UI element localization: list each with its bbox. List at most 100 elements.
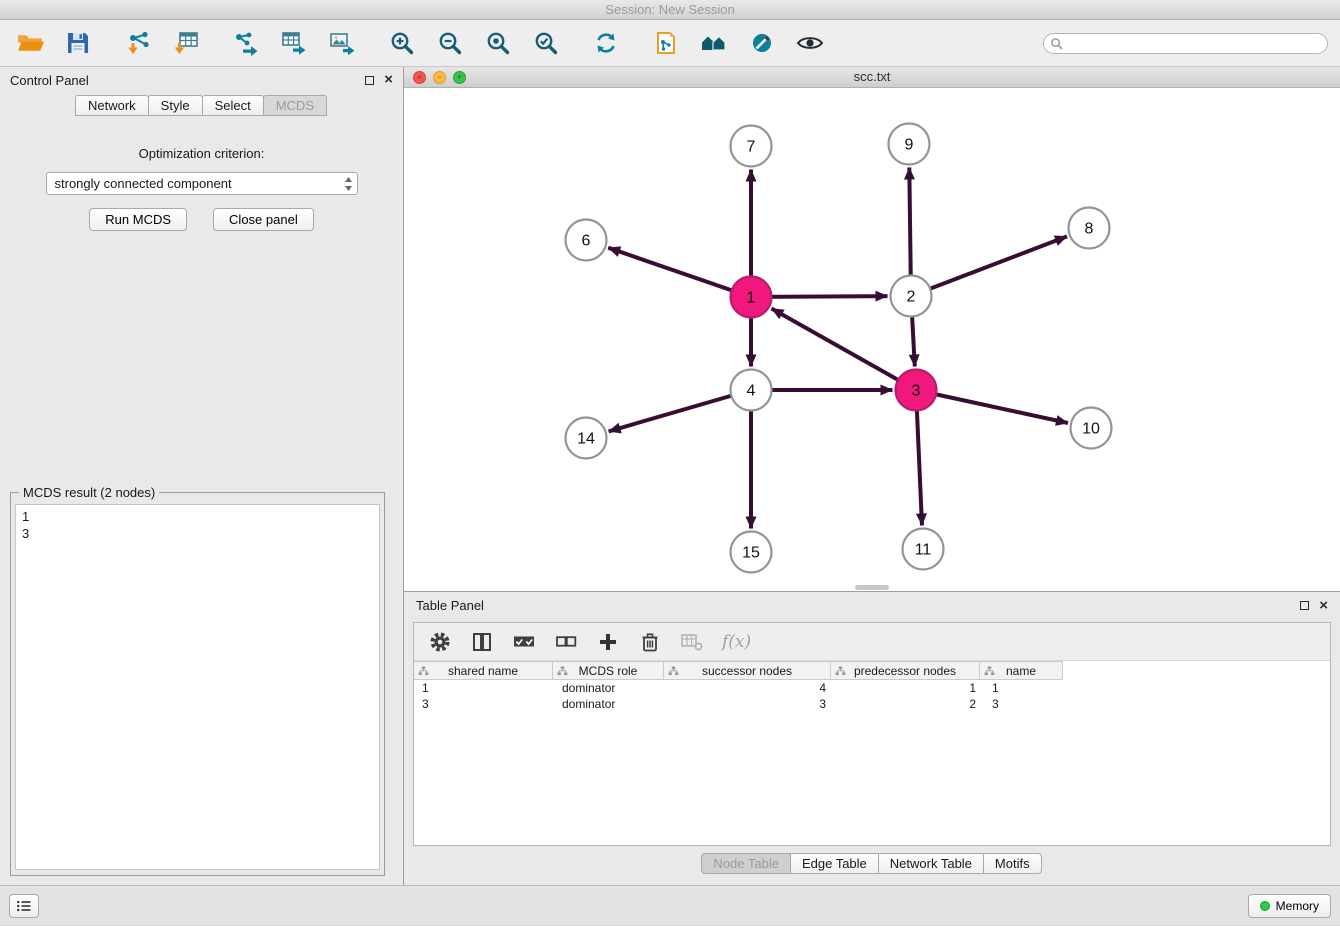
tab-motifs[interactable]: Motifs: [983, 853, 1042, 874]
table-header-row: shared nameMCDS rolesuccessor nodes prede…: [414, 661, 1330, 680]
horizontal-scroll-grip[interactable]: [855, 585, 889, 590]
import-network-button[interactable]: [120, 25, 156, 61]
graph-node-2[interactable]: 2: [891, 276, 932, 317]
tab-edge-table[interactable]: Edge Table: [790, 853, 879, 874]
deselect-all-button[interactable]: [550, 627, 582, 657]
apply-function-button[interactable]: f(x): [718, 627, 755, 657]
svg-text:6: 6: [582, 233, 591, 250]
table-cell: 1: [414, 680, 554, 696]
maximize-window-icon[interactable]: +: [453, 71, 466, 84]
export-image-button[interactable]: [324, 25, 360, 61]
node-table: shared nameMCDS rolesuccessor nodes prede…: [414, 661, 1330, 845]
graph-node-4[interactable]: 4: [731, 370, 772, 411]
close-panel-icon[interactable]: ×: [384, 75, 393, 85]
tab-style[interactable]: Style: [148, 95, 203, 116]
float-panel-icon[interactable]: [365, 76, 374, 85]
add-row-button[interactable]: [592, 627, 624, 657]
graph-node-6[interactable]: 6: [566, 220, 607, 261]
column-label: predecessor nodes: [854, 664, 956, 678]
graph-node-1[interactable]: 1: [731, 277, 772, 318]
graph-node-14[interactable]: 14: [566, 418, 607, 459]
zoom-in-button[interactable]: [384, 25, 420, 61]
tab-select[interactable]: Select: [202, 95, 264, 116]
edge-2-8[interactable]: [911, 236, 1067, 296]
svg-text:4: 4: [747, 383, 756, 400]
svg-text:8: 8: [1085, 221, 1094, 238]
edge-1-6[interactable]: [608, 248, 751, 297]
network-graph[interactable]: 7 9 6 8 1 2 4 3 14 10 15 11: [404, 88, 1340, 592]
annotations-button[interactable]: [744, 25, 780, 61]
memory-button[interactable]: Memory: [1248, 894, 1331, 918]
column-header-mcds-role[interactable]: MCDS role: [552, 661, 664, 680]
select-all-button[interactable]: [508, 627, 540, 657]
clone-network-icon: [653, 30, 679, 56]
svg-text:1: 1: [747, 290, 756, 307]
table-cell: 1: [834, 680, 984, 696]
column-header-predecessor-nodes[interactable]: predecessor nodes: [830, 661, 980, 680]
tab-network[interactable]: Network: [75, 95, 149, 116]
run-mcds-button[interactable]: Run MCDS: [89, 208, 187, 231]
network-canvas[interactable]: 7 9 6 8 1 2 4 3 14 10 15 11: [404, 88, 1340, 591]
status-bar: Memory: [0, 885, 1340, 925]
memory-label: Memory: [1276, 899, 1319, 913]
column-tree-icon: [668, 666, 679, 676]
edge-3-10[interactable]: [916, 390, 1068, 423]
float-table-panel-icon[interactable]: [1300, 601, 1309, 610]
table-cell: dominator: [554, 696, 666, 712]
column-tree-icon: [835, 666, 846, 676]
tab-network-table[interactable]: Network Table: [878, 853, 984, 874]
delete-table-button[interactable]: [676, 627, 708, 657]
svg-text:10: 10: [1082, 421, 1100, 438]
export-network-button[interactable]: [228, 25, 264, 61]
criterion-select[interactable]: strongly connected component: [46, 172, 358, 195]
column-layout-button[interactable]: [466, 627, 498, 657]
delete-row-button[interactable]: [634, 627, 666, 657]
zoom-out-button[interactable]: [432, 25, 468, 61]
column-header-successor-nodes[interactable]: successor nodes: [663, 661, 831, 680]
graph-node-11[interactable]: 11: [903, 529, 944, 570]
network-window: × − + scc.txt 7 9 6 8 1 2 4 3 14 10 15 11: [404, 67, 1340, 592]
table-tabs: Node TableEdge TableNetwork TableMotifs: [404, 846, 1340, 880]
svg-text:3: 3: [912, 383, 921, 400]
show-graphics-details-button[interactable]: [792, 25, 828, 61]
home-button[interactable]: [696, 25, 732, 61]
network-window-titlebar: × − + scc.txt: [404, 67, 1340, 88]
export-group: [228, 25, 360, 61]
graph-node-3[interactable]: 3: [896, 370, 937, 411]
fx-icon: f(x): [722, 632, 751, 652]
open-file-button[interactable]: [12, 25, 48, 61]
import-table-button[interactable]: [168, 25, 204, 61]
edge-3-1[interactable]: [772, 309, 917, 391]
table-settings-button[interactable]: [424, 627, 456, 657]
refresh-button[interactable]: [588, 25, 624, 61]
column-header-name[interactable]: name: [979, 661, 1063, 680]
close-panel-button[interactable]: Close panel: [213, 208, 314, 231]
task-history-button[interactable]: [9, 894, 39, 918]
edge-4-14[interactable]: [609, 390, 751, 431]
clone-network-button[interactable]: [648, 25, 684, 61]
export-table-button[interactable]: [276, 25, 312, 61]
minimize-window-icon[interactable]: −: [433, 71, 446, 84]
table-row[interactable]: 3dominator323: [414, 696, 1330, 712]
graph-node-10[interactable]: 10: [1071, 408, 1112, 449]
graph-node-7[interactable]: 7: [731, 126, 772, 167]
close-table-panel-icon[interactable]: ×: [1319, 601, 1328, 611]
columns-icon: [471, 631, 493, 653]
save-session-button[interactable]: [60, 25, 96, 61]
graph-node-9[interactable]: 9: [889, 124, 930, 165]
delete-table-icon: [680, 631, 704, 653]
zoom-group: [384, 25, 564, 61]
column-header-shared-name[interactable]: shared name: [414, 661, 553, 680]
zoom-selected-button[interactable]: [528, 25, 564, 61]
table-row[interactable]: 1dominator411: [414, 680, 1330, 696]
zoom-fit-button[interactable]: [480, 25, 516, 61]
search-input[interactable]: [1043, 33, 1328, 54]
tab-node-table[interactable]: Node Table: [701, 853, 791, 874]
select-all-icon: [512, 631, 536, 653]
graph-node-8[interactable]: 8: [1069, 208, 1110, 249]
close-window-icon[interactable]: ×: [413, 71, 426, 84]
zoom-selected-icon: [533, 30, 559, 56]
tab-mcds[interactable]: MCDS: [263, 95, 327, 116]
table-cell: dominator: [554, 680, 666, 696]
graph-node-15[interactable]: 15: [731, 532, 772, 573]
